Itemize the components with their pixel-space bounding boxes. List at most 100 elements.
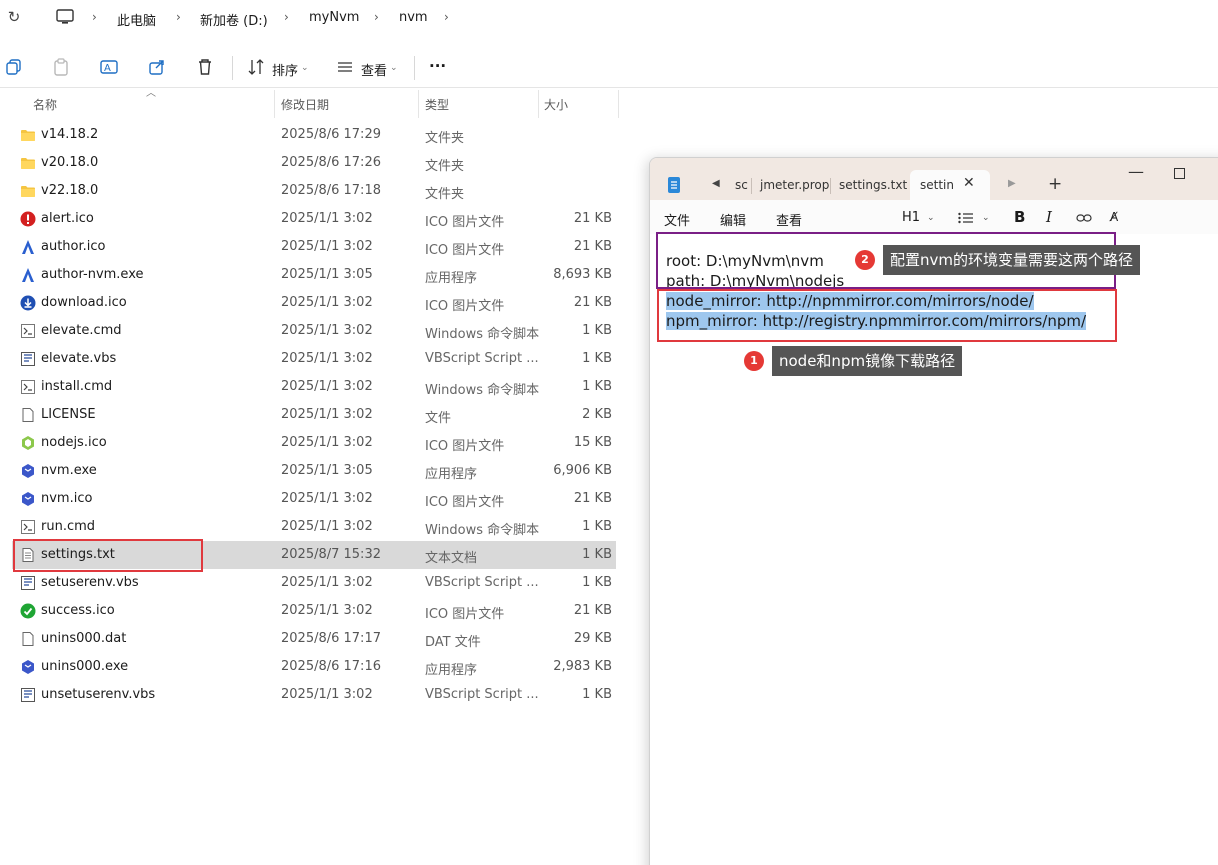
file-name: v22.18.0	[41, 183, 99, 198]
view-button[interactable]: 查看	[361, 60, 387, 79]
file-type: Windows 命令脚本	[425, 383, 540, 398]
column-header-type[interactable]: 类型	[425, 96, 449, 113]
breadcrumb-mynvm[interactable]: myNvm	[309, 10, 359, 25]
file-row[interactable]: success.ico 2025/1/1 3:02 ICO 图片文件 21 KB	[12, 597, 616, 625]
vbs-icon	[20, 575, 36, 591]
file-row[interactable]: LICENSE 2025/1/1 3:02 文件 2 KB	[12, 401, 616, 429]
refresh-icon[interactable]: ↻	[6, 9, 22, 25]
file-modified-date: 2025/1/1 3:05	[281, 267, 373, 282]
list-icon[interactable]	[958, 212, 974, 224]
file-size: 21 KB	[573, 211, 612, 226]
file-type: 文件夹	[425, 187, 465, 202]
menu-file[interactable]: 文件	[664, 210, 690, 229]
column-divider[interactable]	[618, 90, 619, 118]
author-icon	[20, 267, 36, 283]
file-type: 文件夹	[425, 131, 465, 146]
file-row[interactable]: author-nvm.exe 2025/1/1 3:05 应用程序 8,693 KB	[12, 261, 616, 289]
file-modified-date: 2025/1/1 3:02	[281, 323, 373, 338]
file-type: 应用程序	[425, 467, 478, 482]
chevron-right-icon[interactable]: ›	[92, 10, 97, 24]
column-divider[interactable]	[274, 90, 275, 118]
breadcrumb-drive[interactable]: 新加卷 (D:)	[200, 10, 268, 29]
maximize-icon[interactable]	[1174, 168, 1185, 179]
breadcrumb-nvm[interactable]: nvm	[399, 10, 428, 25]
tab-sc[interactable]: sc	[729, 170, 751, 200]
file-row[interactable]: author.ico 2025/1/1 3:02 ICO 图片文件 21 KB	[12, 233, 616, 261]
rename-icon[interactable]: A	[100, 58, 118, 76]
minimize-icon[interactable]: —	[1128, 162, 1144, 181]
bold-icon[interactable]: B	[1014, 208, 1025, 226]
file-type: 文本文档	[425, 551, 478, 566]
chevron-down-icon[interactable]: ⌄	[390, 63, 398, 73]
file-name: v14.18.2	[41, 127, 99, 142]
sort-button[interactable]: 排序	[272, 60, 298, 79]
file-name: elevate.vbs	[41, 351, 117, 366]
file-modified-date: 2025/1/1 3:02	[281, 211, 373, 226]
view-icon[interactable]	[336, 58, 354, 76]
column-divider[interactable]	[418, 90, 419, 118]
tab-jmeter[interactable]: jmeter.prope	[754, 170, 830, 200]
column-header-size[interactable]: 大小	[544, 96, 568, 113]
file-modified-date: 2025/1/1 3:02	[281, 603, 373, 618]
share-icon[interactable]	[148, 58, 166, 76]
tab-settin-active[interactable]: settin ✕	[910, 170, 990, 200]
column-divider[interactable]	[538, 90, 539, 118]
heading-dropdown[interactable]: H1	[902, 210, 920, 225]
file-row[interactable]: run.cmd 2025/1/1 3:02 Windows 命令脚本 1 KB	[12, 513, 616, 541]
file-type: ICO 图片文件	[425, 299, 505, 314]
file-row[interactable]: nvm.exe 2025/1/1 3:05 应用程序 6,906 KB	[12, 457, 616, 485]
chevron-down-icon[interactable]: ⌄	[927, 213, 935, 223]
file-row[interactable]: nodejs.ico 2025/1/1 3:02 ICO 图片文件 15 KB	[12, 429, 616, 457]
chevron-right-icon[interactable]: ›	[176, 10, 181, 24]
this-pc-icon[interactable]	[56, 9, 74, 25]
file-size: 2,983 KB	[553, 659, 612, 674]
file-row[interactable]: download.ico 2025/1/1 3:02 ICO 图片文件 21 KB	[12, 289, 616, 317]
file-row[interactable]: unins000.dat 2025/8/6 17:17 DAT 文件 29 KB	[12, 625, 616, 653]
tab-settings-txt[interactable]: settings.txt	[833, 170, 907, 200]
paste-icon[interactable]	[52, 58, 70, 76]
file-row[interactable]: alert.ico 2025/1/1 3:02 ICO 图片文件 21 KB	[12, 205, 616, 233]
column-header-modified[interactable]: 修改日期	[281, 96, 329, 113]
file-type: 应用程序	[425, 271, 478, 286]
scroll-tabs-left-icon[interactable]: ◀	[712, 178, 720, 189]
file-row[interactable]: v20.18.0 2025/8/6 17:26 文件夹	[12, 149, 616, 177]
new-tab-icon[interactable]: +	[1048, 174, 1062, 194]
file-row[interactable]: setuserenv.vbs 2025/1/1 3:02 VBScript Scri…	[12, 569, 616, 597]
chevron-down-icon[interactable]: ⌄	[982, 213, 990, 223]
file-row[interactable]: elevate.cmd 2025/1/1 3:02 Windows 命令脚本 1 KB	[12, 317, 616, 345]
breadcrumb-this-pc[interactable]: 此电脑	[117, 10, 156, 29]
file-modified-date: 2025/1/1 3:02	[281, 239, 373, 254]
file-name: nvm.exe	[41, 463, 97, 478]
file-row[interactable]: unins000.exe 2025/8/6 17:16 应用程序 2,983 KB	[12, 653, 616, 681]
italic-icon[interactable]: I	[1046, 208, 1052, 226]
folder-icon	[20, 183, 36, 199]
file-type: Windows 命令脚本	[425, 327, 540, 342]
file-row[interactable]: unsetuserenv.vbs 2025/1/1 3:02 VBScript Sc…	[12, 681, 616, 709]
file-row[interactable]: v22.18.0 2025/8/6 17:18 文件夹	[12, 177, 616, 205]
chevron-down-icon[interactable]: ⌄	[301, 63, 309, 73]
download-icon	[20, 295, 36, 311]
file-row[interactable]: v14.18.2 2025/8/6 17:29 文件夹	[12, 121, 616, 149]
scroll-tabs-right-icon[interactable]: ▶	[1008, 178, 1016, 189]
clear-formatting-icon[interactable]: A̸	[1110, 210, 1118, 224]
file-modified-date: 2025/8/6 17:18	[281, 183, 381, 198]
file-type: DAT 文件	[425, 635, 481, 650]
chevron-right-icon[interactable]: ›	[284, 10, 289, 24]
link-icon[interactable]	[1076, 212, 1092, 224]
column-header-name[interactable]: 名称	[33, 96, 57, 113]
copy-icon[interactable]	[5, 58, 23, 76]
chevron-right-icon[interactable]: ›	[444, 10, 449, 24]
menu-edit[interactable]: 编辑	[720, 210, 746, 229]
more-options-button[interactable]: ···	[429, 57, 446, 75]
chevron-right-icon[interactable]: ›	[374, 10, 379, 24]
nvm-icon	[20, 659, 36, 675]
close-tab-icon[interactable]: ✕	[963, 175, 975, 191]
file-row[interactable]: install.cmd 2025/1/1 3:02 Windows 命令脚本 1 KB	[12, 373, 616, 401]
file-row[interactable]: elevate.vbs 2025/1/1 3:02 VBScript Script …	[12, 345, 616, 373]
explorer-toolbar: A 排序 ⌄ 查看 ⌄ ···	[0, 48, 1218, 88]
menu-view[interactable]: 查看	[776, 210, 802, 229]
delete-icon[interactable]	[196, 58, 214, 76]
sort-icon[interactable]	[247, 58, 265, 76]
file-type: ICO 图片文件	[425, 439, 505, 454]
file-row[interactable]: nvm.ico 2025/1/1 3:02 ICO 图片文件 21 KB	[12, 485, 616, 513]
